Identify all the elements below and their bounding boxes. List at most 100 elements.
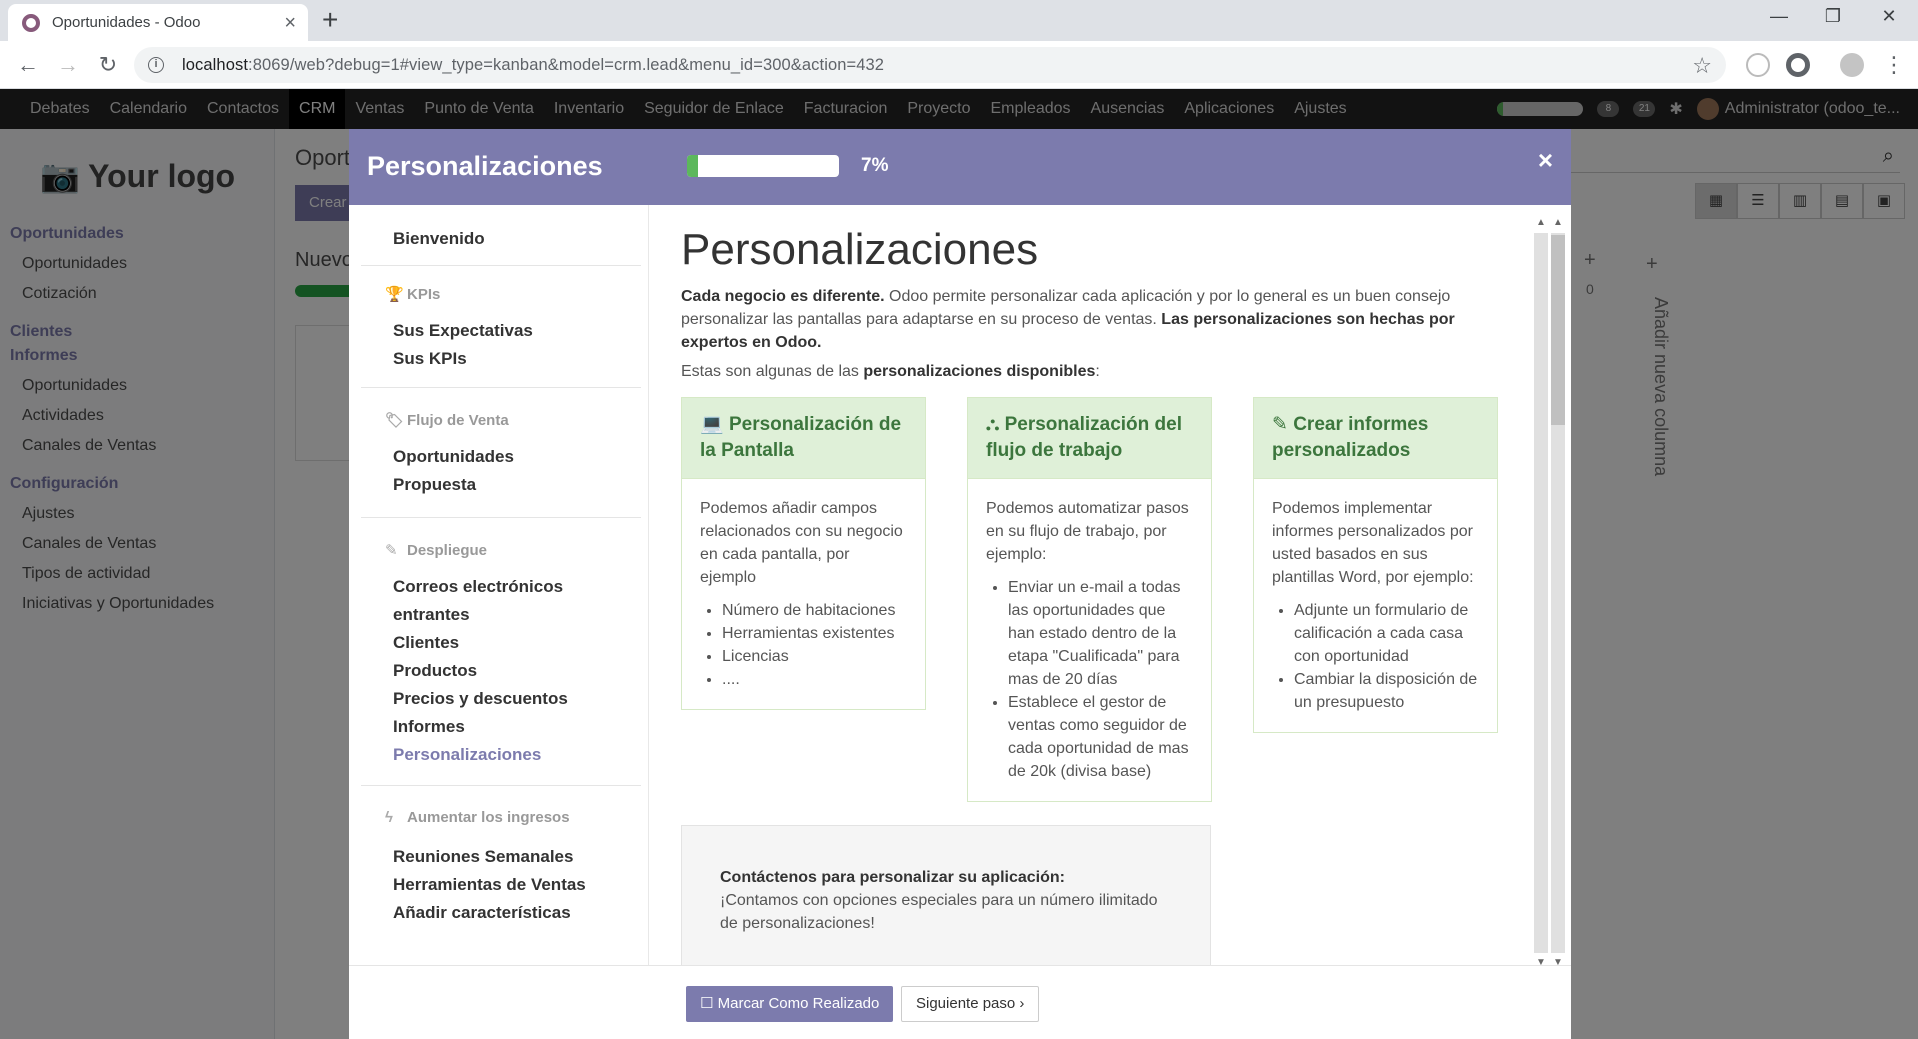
forward-icon[interactable]: → [54, 51, 82, 79]
card-text: Podemos implementar informes personaliza… [1272, 500, 1474, 586]
dialog-header: Personalizaciones 7% × [349, 129, 1571, 205]
window-close-icon[interactable]: ✕ [1874, 6, 1904, 27]
divider [361, 785, 641, 786]
nav-category-deploy: ✎ Despliegue [385, 542, 488, 559]
profile-avatar-icon[interactable] [1840, 53, 1864, 77]
card-text: Podemos automatizar pasos en su flujo de… [986, 500, 1189, 563]
card-text: Podemos añadir campos relacionados con s… [700, 500, 903, 586]
scroll-thumb[interactable] [1551, 235, 1565, 425]
nav-weekly-meetings[interactable]: Reuniones Semanales [393, 847, 573, 867]
list-item: Establece el gestor de ventas como segui… [1008, 691, 1193, 783]
nav-incoming-emails[interactable]: Correos electrónicos [393, 577, 563, 597]
odoo-favicon-icon [22, 13, 40, 32]
nav-kpis[interactable]: Sus KPIs [393, 349, 467, 369]
divider [361, 265, 641, 266]
content-title: Personalizaciones [681, 225, 1039, 274]
nav-opportunities[interactable]: Oportunidades [393, 447, 514, 467]
nav-add-features[interactable]: Añadir características [393, 903, 571, 923]
site-info-icon[interactable]: i [148, 57, 164, 73]
tab-title: Oportunidades - Odoo [52, 14, 201, 31]
onboarding-dialog: Personalizaciones 7% × Bienvenido 🏆 KPIs … [349, 129, 1571, 1039]
scroll-up-icon[interactable]: ▲ [1553, 217, 1563, 228]
extension-icon-2[interactable] [1786, 53, 1810, 77]
nav-sales-tools[interactable]: Herramientas de Ventas [393, 875, 586, 895]
list-item: Adjunte un formulario de calificación a … [1294, 599, 1479, 668]
contact-well: Contáctenos para personalizar su aplicac… [681, 825, 1211, 965]
nav-pricing[interactable]: Precios y descuentos [393, 689, 568, 709]
card-list: Enviar un e-mail a todas las oportunidad… [986, 576, 1193, 783]
next-step-button[interactable]: Siguiente paso › [901, 986, 1040, 1022]
sitemap-icon: ⛬ [986, 414, 1000, 435]
nav-products[interactable]: Productos [393, 661, 477, 681]
tag-icon: 🏷 [385, 412, 405, 429]
browser-tabbar: Oportunidades - Odoo × + — ❐ ✕ [0, 0, 1918, 41]
card-list: Adjunte un formulario de calificación a … [1272, 599, 1479, 714]
card-reports: ✎ Crear informes personalizados Podemos … [1253, 397, 1498, 733]
content-scrollbar[interactable]: ▲ ▼ [1532, 215, 1550, 971]
card-header: ⛬ Personalización del flujo de trabajo [968, 398, 1211, 479]
extension-icon[interactable] [1746, 53, 1770, 77]
bookmark-star-icon[interactable]: ☆ [1692, 53, 1712, 79]
nav-customers[interactable]: Clientes [393, 633, 459, 653]
card-body: Podemos implementar informes personaliza… [1254, 479, 1497, 732]
nav-welcome[interactable]: Bienvenido [393, 229, 485, 249]
progress-fill [687, 155, 698, 177]
chevron-right-icon: › [1019, 995, 1025, 1012]
progress-bar [687, 155, 839, 177]
available-text: Estas son algunas de las personalizacion… [681, 363, 1100, 380]
reload-icon[interactable]: ↻ [94, 51, 122, 79]
nav-reports[interactable]: Informes [393, 717, 465, 737]
minimize-icon[interactable]: — [1764, 6, 1794, 27]
laptop-icon: 💻 [700, 414, 724, 435]
card-header: 💻 Personalización de la Pantalla [682, 398, 925, 479]
scroll-track[interactable] [1534, 233, 1548, 953]
new-tab-icon[interactable]: + [322, 6, 338, 34]
nav-expectations[interactable]: Sus Expectativas [393, 321, 533, 341]
nav-customizations[interactable]: Personalizaciones [393, 745, 541, 765]
scroll-up-icon[interactable]: ▲ [1536, 217, 1546, 228]
mark-done-button[interactable]: ☐ Marcar Como Realizado [686, 986, 894, 1022]
page-scrollbar[interactable]: ▲ ▼ [1549, 215, 1567, 971]
list-item: Licencias [722, 645, 907, 668]
browser-tab[interactable]: Oportunidades - Odoo × [8, 4, 308, 41]
list-item: Cambiar la disposición de un presupuesto [1294, 668, 1479, 714]
nav-category-kpis: 🏆 KPIs [385, 286, 441, 303]
trophy-icon: 🏆 [385, 286, 404, 303]
nav-incoming-emails-2[interactable]: entrantes [393, 605, 470, 625]
list-item: Número de habitaciones [722, 599, 907, 622]
nav-category-flow: 🏷 Flujo de Venta [385, 412, 509, 429]
list-item: .... [722, 668, 907, 691]
dialog-nav: Bienvenido 🏆 KPIs Sus Expectativas Sus KP… [349, 205, 649, 965]
dialog-title: Personalizaciones [367, 151, 603, 181]
list-item: Enviar un e-mail a todas las oportunidad… [1008, 576, 1193, 691]
address-bar[interactable]: i localhost:8069/web?debug=1#view_type=k… [134, 47, 1726, 83]
divider [361, 517, 641, 518]
intro-text: Cada negocio es diferente. Odoo permite … [681, 288, 1455, 351]
checkbox-icon: ☐ [700, 995, 714, 1012]
close-icon[interactable]: × [1538, 145, 1553, 176]
card-screen: 💻 Personalización de la Pantalla Podemos… [681, 397, 926, 710]
card-workflow: ⛬ Personalización del flujo de trabajo P… [967, 397, 1212, 802]
contact-text: ¡Contamos con opciones especiales para u… [720, 892, 1158, 932]
magic-wand-icon: ✎ [385, 542, 398, 559]
browser-toolbar: ← → ↻ i localhost:8069/web?debug=1#view_… [0, 41, 1918, 89]
divider [361, 387, 641, 388]
browser-menu-icon[interactable]: ⋮ [1880, 51, 1908, 79]
card-body: Podemos añadir campos relacionados con s… [682, 479, 925, 709]
url-text: localhost:8069/web?debug=1#view_type=kan… [182, 55, 885, 74]
card-list: Número de habitaciones Herramientas exis… [700, 599, 907, 691]
dialog-footer: ☐ Marcar Como Realizado Siguiente paso › [349, 965, 1571, 1039]
back-icon[interactable]: ← [14, 51, 42, 79]
contact-title: Contáctenos para personalizar su aplicac… [720, 869, 1065, 886]
dialog-content: Personalizaciones Cada negocio es difere… [649, 205, 1553, 965]
tab-close-icon[interactable]: × [284, 13, 296, 33]
nav-proposal[interactable]: Propuesta [393, 475, 476, 495]
edit-icon: ✎ [1272, 414, 1288, 435]
nav-category-growth: ϟ Aumentar los ingresos [385, 809, 570, 826]
bolt-icon: ϟ [385, 809, 393, 826]
card-body: Podemos automatizar pasos en su flujo de… [968, 479, 1211, 801]
card-header: ✎ Crear informes personalizados [1254, 398, 1497, 479]
list-item: Herramientas existentes [722, 622, 907, 645]
progress-percent: 7% [861, 155, 889, 176]
restore-icon[interactable]: ❐ [1818, 6, 1848, 27]
